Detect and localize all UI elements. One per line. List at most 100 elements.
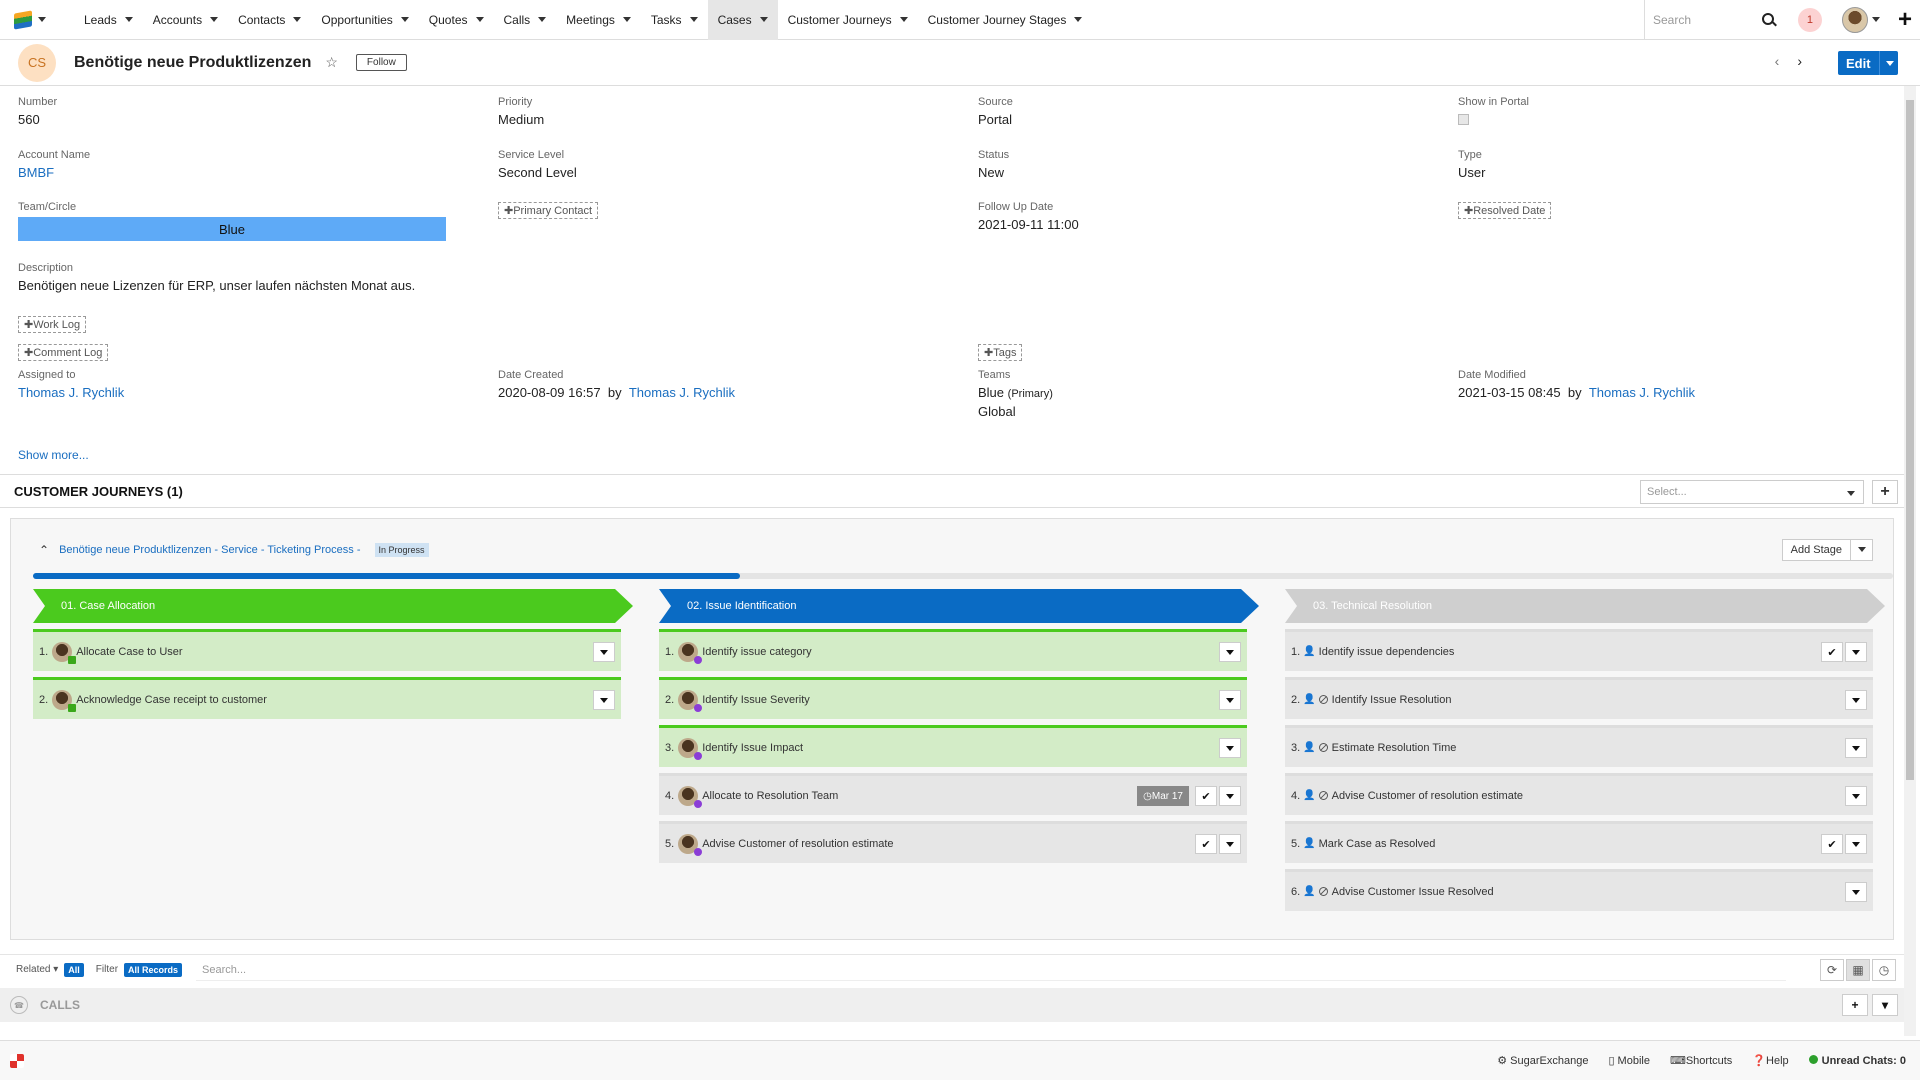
shortcuts-link[interactable]: ⌨Shortcuts [1670,1054,1732,1067]
next-record-icon[interactable]: › [1797,53,1820,69]
add-comment-log-button[interactable]: ✚Comment Log [18,344,109,361]
calls-subpanel[interactable]: ☎ CALLS + ▾ [0,988,1904,1022]
show-more-link[interactable]: Show more... [18,448,89,462]
complete-check-icon[interactable]: ✔ [1195,786,1217,806]
task-menu-chevron-icon[interactable] [1219,690,1241,710]
task-menu-chevron-icon[interactable] [1845,834,1867,854]
stage-task[interactable]: 2. Acknowledge Case receipt to customer [33,677,621,719]
chevron-down-icon[interactable] [475,17,484,22]
task-menu-chevron-icon[interactable] [1845,738,1867,758]
nav-tab-cases[interactable]: Cases [707,0,778,40]
chevron-down-icon[interactable] [899,17,908,22]
stage-header[interactable]: 02. Issue Identification [659,589,1259,623]
task-menu-chevron-icon[interactable] [1845,882,1867,902]
account-link[interactable]: BMBF [18,165,90,180]
stage-task[interactable]: 5. Advise Customer of resolution estimate… [659,821,1247,863]
add-work-log-button[interactable]: ✚Work Log [18,316,87,333]
journey-title-link[interactable]: Benötige neue Produktlizenzen - Service … [59,544,360,556]
collapse-chevron-icon[interactable]: ⌃ [39,543,49,557]
add-field-button[interactable]: ✚Work Log [18,316,87,333]
search-icon[interactable] [1761,12,1774,25]
stage-task[interactable]: 2. Identify Issue Severity [659,677,1247,719]
activity-stream-icon[interactable]: ◷ [1872,959,1896,981]
scrollbar-thumb[interactable] [1906,100,1914,780]
all-records-pill[interactable]: All Records [124,962,183,977]
field-value[interactable]: Benötigen neue Lizenzen für ERP, unser l… [18,278,415,293]
nav-tab-accounts[interactable]: Accounts [143,0,228,40]
add-field-button[interactable]: ✚Tags [978,344,1023,361]
stage-header[interactable]: 01. Case Allocation [33,589,633,623]
add-field-button[interactable]: ✚Comment Log [18,344,109,361]
nav-tab-tasks[interactable]: Tasks [641,0,708,40]
add-resolved-date-button[interactable]: ✚Resolved Date [1458,202,1552,219]
chevron-down-icon[interactable] [538,17,547,22]
nav-tab-opportunities[interactable]: Opportunities [311,0,418,40]
complete-check-icon[interactable]: ✔ [1195,834,1217,854]
stage-task[interactable]: 5. 👤 Mark Case as Resolved ✔ [1285,821,1873,863]
field-value[interactable]: 2021-09-11 11:00 [978,217,1079,232]
complete-check-icon[interactable]: ✔ [1821,642,1843,662]
field-value[interactable]: Blue (Primary) [978,385,1053,400]
chevron-down-icon[interactable] [210,17,219,22]
create-call-plus-icon[interactable]: + [1842,994,1868,1016]
stage-task[interactable]: 2. 👤 Identify Issue Resolution [1285,677,1873,719]
journey-template-select[interactable]: Select... [1640,480,1864,504]
global-search-input[interactable]: Search [1643,0,1774,40]
subpanel-search-input[interactable]: Search... [196,959,1787,981]
chevron-down-icon[interactable] [622,17,631,22]
stage-task[interactable]: 1. Allocate Case to User [33,629,621,671]
notification-badge[interactable]: 1 [1797,7,1822,32]
chevron-down-icon[interactable] [400,17,409,22]
task-menu-chevron-icon[interactable] [593,690,615,710]
nav-tab-calls[interactable]: Calls [494,0,557,40]
stage-task[interactable]: 4. Allocate to Resolution Team ✔ ◷ Mar 17 [659,773,1247,815]
quick-create-plus-icon[interactable]: + [1898,6,1912,34]
team-circle-bar[interactable]: Blue [18,217,446,241]
modified-by-link[interactable]: Thomas J. Rychlik [1589,385,1695,400]
stage-task[interactable]: 6. 👤 Advise Customer Issue Resolved [1285,869,1873,911]
nav-tab-contacts[interactable]: Contacts [228,0,311,40]
stage-task[interactable]: 3. 👤 Estimate Resolution Time [1285,725,1873,767]
chevron-down-icon[interactable] [1871,17,1880,22]
nav-tab-quotes[interactable]: Quotes [419,0,494,40]
add-field-button[interactable]: ✚Resolved Date [1458,202,1552,219]
stage-task[interactable]: 3. Identify Issue Impact [659,725,1247,767]
field-value[interactable]: User [1458,165,1485,180]
star-icon[interactable]: ☆ [325,54,338,71]
chevron-down-icon[interactable] [689,17,698,22]
refresh-icon[interactable]: ⟳ [1820,959,1844,981]
task-menu-chevron-icon[interactable] [1219,834,1241,854]
nav-tab-customer-journeys[interactable]: Customer Journeys [778,0,918,40]
field-value[interactable]: Portal [978,112,1013,127]
stage-task[interactable]: 1. 👤 Identify issue dependencies ✔ [1285,629,1873,671]
help-link[interactable]: ❓Help [1752,1054,1788,1067]
user-avatar[interactable] [1841,6,1868,33]
field-value[interactable]: New [978,165,1009,180]
chevron-down-icon[interactable] [293,17,302,22]
mobile-link[interactable]: ▯ Mobile [1608,1054,1650,1067]
add-tags-button[interactable]: ✚Tags [978,344,1023,361]
app-logo-menu[interactable] [0,0,60,40]
follow-button[interactable]: Follow [355,54,407,71]
chevron-down-icon[interactable]: ▾ [1872,994,1898,1016]
nav-tab-customer-journey-stages[interactable]: Customer Journey Stages [918,0,1093,40]
assigned-user-link[interactable]: Thomas J. Rychlik [18,385,124,400]
task-menu-chevron-icon[interactable] [1219,738,1241,758]
chevron-down-icon[interactable] [1850,539,1872,561]
task-menu-chevron-icon[interactable] [1845,642,1867,662]
page-scrollbar[interactable] [1904,86,1916,1036]
chevron-down-icon[interactable] [1878,51,1900,75]
nav-tab-meetings[interactable]: Meetings [556,0,641,40]
task-menu-chevron-icon[interactable] [593,642,615,662]
list-view-icon[interactable]: ▦ [1846,959,1870,981]
chevron-down-icon[interactable] [124,17,133,22]
task-menu-chevron-icon[interactable] [1845,786,1867,806]
task-menu-chevron-icon[interactable] [1219,786,1241,806]
created-by-link[interactable]: Thomas J. Rychlik [629,385,735,400]
add-primary-contact-button[interactable]: ✚Primary Contact [498,202,599,219]
previous-record-icon[interactable]: ‹ [1775,53,1798,69]
field-value[interactable]: Medium [498,112,544,127]
task-menu-chevron-icon[interactable] [1845,690,1867,710]
chevron-down-icon[interactable] [1074,17,1083,22]
chevron-down-icon[interactable] [759,17,768,22]
